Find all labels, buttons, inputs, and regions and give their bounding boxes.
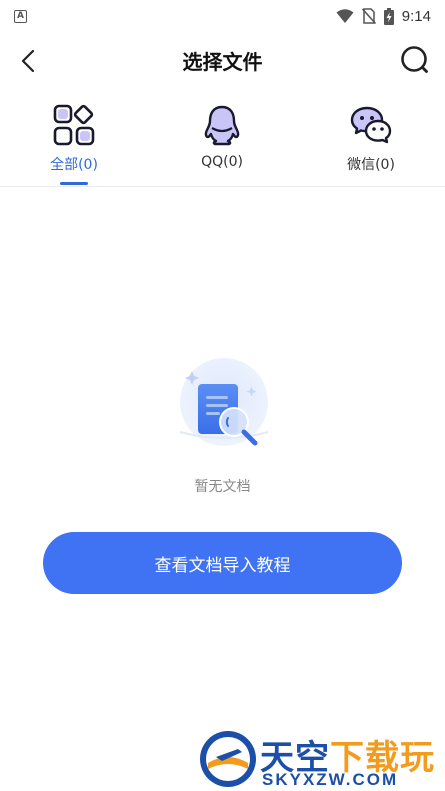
battery-charging-icon: [383, 7, 394, 25]
status-right: 9:14: [336, 7, 431, 25]
active-tab-indicator: [60, 182, 88, 185]
page-title: 选择文件: [182, 50, 263, 74]
tab-wechat[interactable]: 微信(0): [311, 98, 431, 186]
search-button[interactable]: [399, 44, 431, 76]
source-tabs: 全部(0) QQ(0) 微信(0): [0, 98, 445, 187]
status-left: A: [14, 9, 27, 23]
tab-all[interactable]: 全部(0): [14, 98, 134, 186]
tab-qq[interactable]: QQ(0): [162, 98, 282, 186]
header: 选择文件: [0, 32, 445, 88]
grid-icon: [53, 104, 95, 146]
watermark-logo: 天空下载玩 SKYXZW.COM: [198, 728, 442, 790]
wifi-icon: [336, 8, 354, 23]
status-time: 9:14: [401, 7, 431, 25]
watermark-emblem-icon: [200, 731, 256, 787]
no-sim-icon: [361, 8, 376, 24]
view-import-tutorial-button[interactable]: 查看文档导入教程: [43, 532, 402, 594]
empty-state-message: 暂无文档: [194, 479, 251, 495]
search-icon: [401, 46, 428, 73]
status-bar: A 9:14: [0, 0, 445, 32]
qq-penguin-icon: [204, 105, 240, 146]
tab-all-label: 全部(0): [50, 157, 98, 173]
tab-wechat-label: 微信(0): [347, 157, 395, 173]
watermark-domain: SKYXZW.COM: [262, 770, 399, 789]
tab-qq-label: QQ(0): [201, 154, 243, 170]
empty-document-illustration: [179, 358, 269, 446]
wechat-icon: [350, 106, 392, 144]
app-notification-icon: A: [14, 9, 27, 23]
